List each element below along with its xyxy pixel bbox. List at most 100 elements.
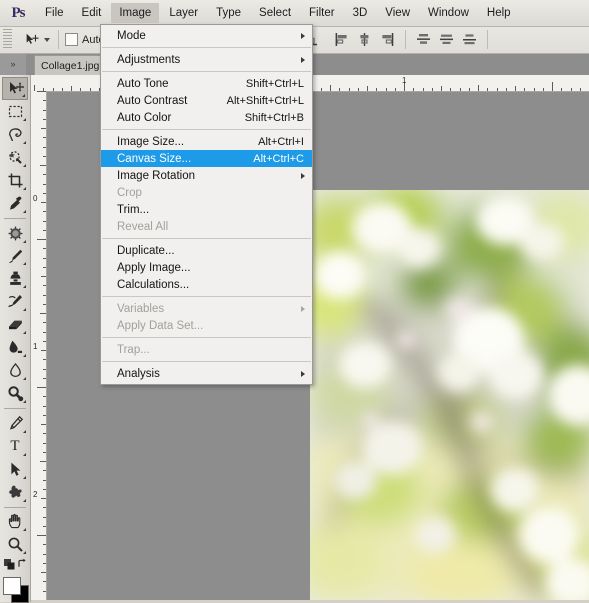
ruler-tick — [43, 267, 46, 268]
brush-tool[interactable] — [2, 245, 28, 268]
ruler-tick — [41, 572, 46, 573]
menu-edit[interactable]: Edit — [74, 3, 110, 23]
menu-file[interactable]: File — [37, 3, 72, 23]
ruler-tick — [460, 88, 461, 91]
eyedropper-tool[interactable] — [2, 192, 28, 215]
menu-3d[interactable]: 3D — [345, 3, 376, 23]
menu-item-shortcut: Alt+Ctrl+C — [235, 153, 304, 165]
distribute-vertical-centers-icon[interactable] — [438, 31, 455, 48]
menu-item-image-rotation[interactable]: Image Rotation — [101, 167, 312, 184]
align-horizontal-centers-icon[interactable] — [356, 31, 373, 48]
menu-view[interactable]: View — [377, 3, 418, 23]
ruler-tick — [552, 82, 553, 91]
ruler-tick — [43, 378, 46, 379]
swap-colors-row[interactable] — [2, 556, 28, 570]
ruler-tick — [80, 88, 81, 91]
submenu-arrow-icon — [301, 306, 305, 312]
menu-type[interactable]: Type — [208, 3, 249, 23]
auto-select-checkbox[interactable] — [65, 33, 78, 46]
menu-item-mode[interactable]: Mode — [101, 27, 312, 44]
quick-selection-tool[interactable] — [2, 146, 28, 169]
ruler-tick — [358, 88, 359, 91]
menu-separator — [102, 47, 311, 48]
ruler-label: 1 — [402, 76, 406, 85]
menu-help[interactable]: Help — [479, 3, 519, 23]
distribute-bottom-edges-icon[interactable] — [461, 31, 478, 48]
move-tool[interactable] — [2, 77, 28, 100]
options-bar-grip[interactable] — [3, 29, 12, 50]
ruler-tick — [41, 128, 46, 129]
ruler-tick — [497, 88, 498, 91]
rectangular-marquee-tool[interactable] — [2, 100, 28, 123]
menu-separator — [102, 361, 311, 362]
distribute-buttons[interactable] — [412, 31, 481, 48]
lasso-tool[interactable] — [2, 123, 28, 146]
align-right-edges-icon[interactable] — [379, 31, 396, 48]
menu-item-auto-contrast[interactable]: Auto ContrastAlt+Shift+Ctrl+L — [101, 92, 312, 109]
menu-item-crop: Crop — [101, 184, 312, 201]
ruler-tick — [376, 88, 377, 91]
ruler-tick — [43, 396, 46, 397]
ruler-tick — [41, 424, 46, 425]
color-swatches[interactable] — [2, 574, 28, 602]
ruler-tick — [515, 86, 516, 91]
menu-item-calculations[interactable]: Calculations... — [101, 276, 312, 293]
tools-panel[interactable]: T — [0, 75, 31, 602]
ruler-tick — [43, 359, 46, 360]
tool-preset-chevron-down-icon[interactable] — [42, 30, 52, 50]
image-menu-dropdown[interactable]: ModeAdjustmentsAuto ToneShift+Ctrl+LAuto… — [100, 24, 313, 385]
document-image[interactable] — [310, 190, 589, 600]
menu-item-label: Apply Image... — [117, 262, 191, 274]
menu-item-auto-color[interactable]: Auto ColorShift+Ctrl+B — [101, 109, 312, 126]
menu-item-duplicate[interactable]: Duplicate... — [101, 242, 312, 259]
menu-item-adjustments[interactable]: Adjustments — [101, 51, 312, 68]
pen-tool[interactable] — [2, 412, 28, 435]
menu-select[interactable]: Select — [251, 3, 299, 23]
ruler-tick — [330, 85, 331, 91]
menu-item-canvas-size[interactable]: Canvas Size...Alt+Ctrl+C — [101, 150, 312, 167]
menu-items[interactable]: FileEditImageLayerTypeSelectFilter3DView… — [36, 3, 520, 23]
distribute-top-edges-icon[interactable] — [415, 31, 432, 48]
move-tool-icon[interactable] — [20, 30, 42, 50]
custom-shape-tool[interactable] — [2, 481, 28, 504]
ruler-tick — [40, 461, 46, 462]
menu-item-label: Auto Tone — [117, 78, 169, 90]
path-selection-tool[interactable] — [2, 458, 28, 481]
ruler-tick — [43, 452, 46, 453]
ruler-tick — [41, 498, 46, 499]
ruler-tick — [43, 193, 46, 194]
menu-item-analysis[interactable]: Analysis — [101, 365, 312, 382]
spot-healing-brush-tool[interactable] — [2, 222, 28, 245]
menu-item-trim[interactable]: Trim... — [101, 201, 312, 218]
hand-tool[interactable] — [2, 511, 28, 534]
menu-separator — [102, 296, 311, 297]
zoom-tool[interactable] — [2, 533, 28, 556]
ruler-tick — [43, 470, 46, 471]
history-brush-tool[interactable] — [2, 290, 28, 313]
menu-image[interactable]: Image — [111, 3, 159, 23]
menu-layer[interactable]: Layer — [161, 3, 206, 23]
eraser-tool[interactable] — [2, 313, 28, 336]
menu-item-image-size[interactable]: Image Size...Alt+Ctrl+I — [101, 133, 312, 150]
horizontal-type-tool[interactable]: T — [2, 435, 28, 458]
panel-expand-icon[interactable]: » — [0, 53, 26, 75]
menu-item-auto-tone[interactable]: Auto ToneShift+Ctrl+L — [101, 75, 312, 92]
ruler-tick — [432, 88, 433, 91]
ruler-tick — [43, 406, 46, 407]
align-left-edges-icon[interactable] — [333, 31, 350, 48]
menu-item-label: Adjustments — [117, 54, 180, 66]
menu-filter[interactable]: Filter — [301, 3, 343, 23]
menu-item-apply-image[interactable]: Apply Image... — [101, 259, 312, 276]
ruler-tick — [37, 387, 46, 388]
gradient-tool[interactable] — [2, 336, 28, 359]
menu-window[interactable]: Window — [420, 3, 477, 23]
ruler-tick — [534, 88, 535, 91]
dodge-tool[interactable] — [2, 382, 28, 405]
crop-tool[interactable] — [2, 169, 28, 192]
blur-tool[interactable] — [2, 359, 28, 382]
toolbar-divider — [4, 408, 26, 409]
clone-stamp-tool[interactable] — [2, 267, 28, 290]
foreground-color-swatch[interactable] — [3, 577, 21, 595]
ruler-tick — [43, 221, 46, 222]
vertical-ruler: 012 — [30, 91, 47, 600]
